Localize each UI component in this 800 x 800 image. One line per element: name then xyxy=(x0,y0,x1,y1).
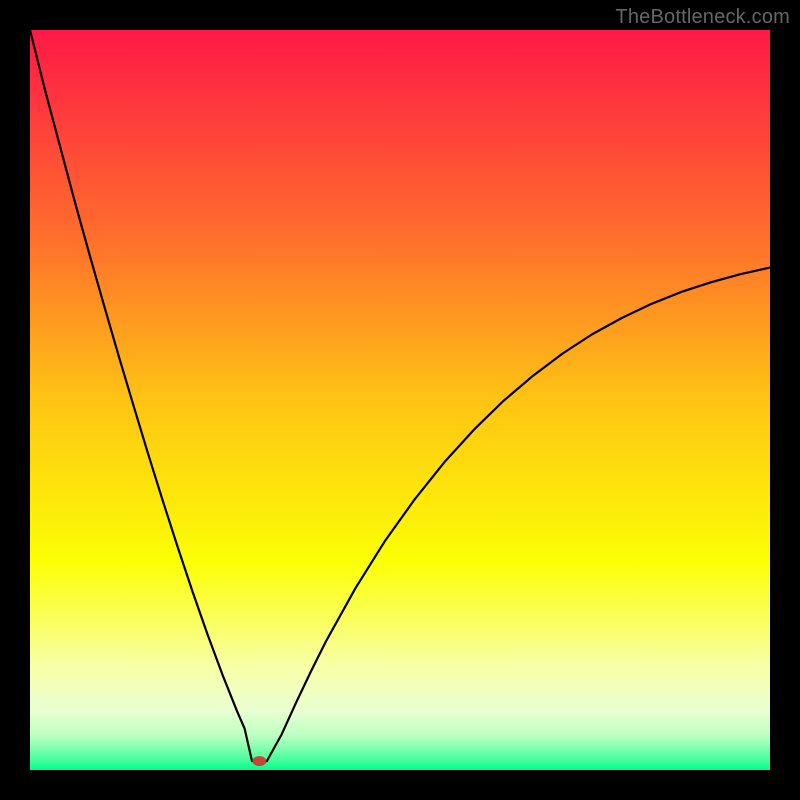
watermark-text: TheBottleneck.com xyxy=(615,6,790,29)
plot-svg xyxy=(30,30,770,770)
chart-frame: TheBottleneck.com xyxy=(0,0,800,800)
vertex-marker xyxy=(252,756,266,766)
gradient-background xyxy=(30,30,770,770)
plot-area xyxy=(30,30,770,770)
